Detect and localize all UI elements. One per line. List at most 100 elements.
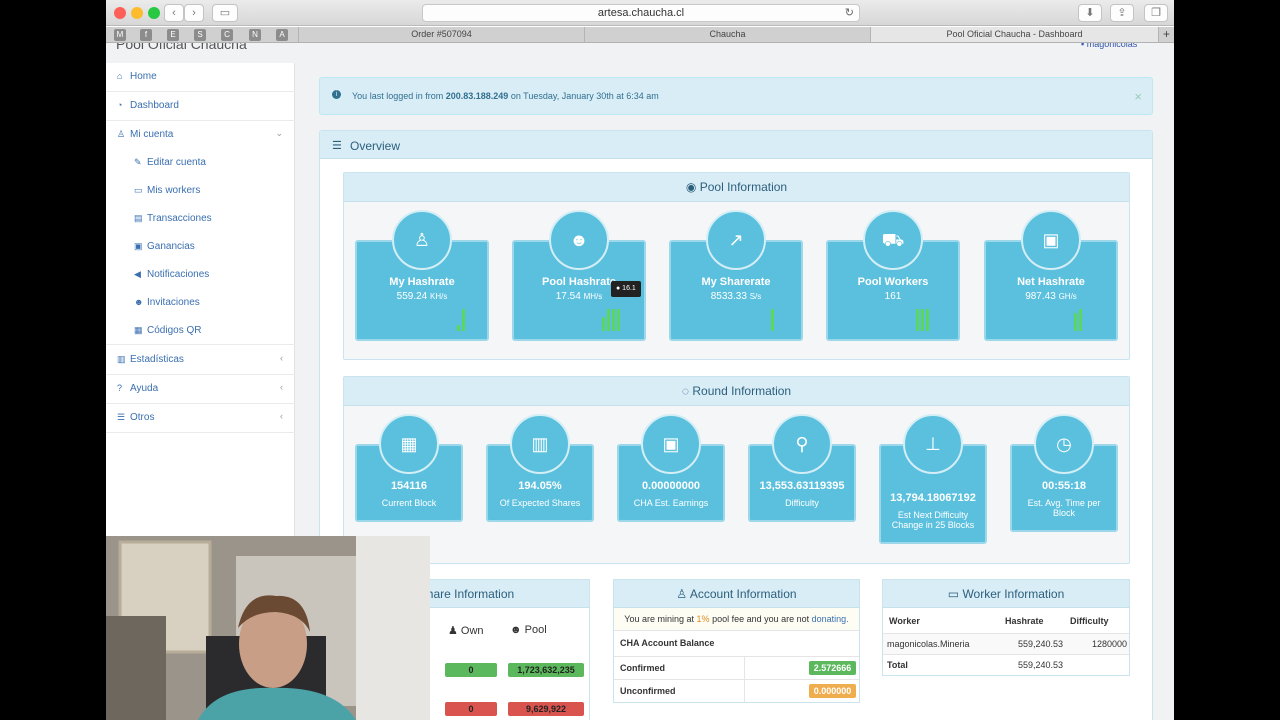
share-info-title: Share Information <box>418 587 515 601</box>
tab-dashboard[interactable]: Pool Oficial Chaucha - Dashboard <box>870 27 1158 42</box>
favorite-e-icon[interactable]: E <box>167 29 179 41</box>
hashrate-col-header: Hashrate <box>1005 616 1044 626</box>
downloads-icon[interactable]: ⬇ <box>1078 4 1102 22</box>
sidebar-item-mi-cuenta[interactable]: ♙ Mi cuenta ⌄ <box>106 121 295 150</box>
map-marker-icon: ⚲ <box>772 414 832 474</box>
share-icon: ↗ <box>706 210 766 270</box>
tab-order[interactable]: Order #507094 <box>298 27 584 42</box>
sidebar-toggle-icon[interactable]: ▭ <box>212 4 238 22</box>
round-info-header: ◌ Round Information <box>344 377 1129 406</box>
round-card-label: CHA Est. Earnings <box>633 498 709 508</box>
sidebar-item-label: Ayuda <box>130 383 159 394</box>
minimize-window-button[interactable] <box>131 7 143 19</box>
alert-ip: 200.83.188.249 <box>445 91 509 101</box>
share-pool-label: Pool <box>524 624 547 636</box>
user-menu[interactable]: ▪ magonicolas <box>1081 43 1137 49</box>
share-icon[interactable]: ⇪ <box>1110 4 1134 22</box>
round-info-panel: ◌ Round Information 154116 Current Block ▦… <box>343 376 1130 564</box>
sidebar-subitem-editar-cuenta[interactable]: ✎ Editar cuenta <box>106 149 295 177</box>
pool-card-label: My Sharerate <box>701 276 771 288</box>
sparkline-bar <box>921 309 924 331</box>
worker-hashrate-cell: 559,240.53 <box>1017 639 1063 649</box>
confirmed-row: Confirmed 2.572666 <box>614 656 859 680</box>
tab-chaucha[interactable]: Chaucha <box>584 27 870 42</box>
alert-suffix: on Tuesday, January 30th at 6:34 am <box>510 91 659 101</box>
sidebar-subitem-notificaciones[interactable]: ◀ Notificaciones <box>106 261 295 289</box>
list-icon: ☰ <box>117 412 126 422</box>
sidebar-subitem-ganancias[interactable]: ▣ Ganancias <box>106 233 295 261</box>
favorite-a-icon[interactable]: A <box>276 29 288 41</box>
pool-card-value: 161 <box>828 291 958 302</box>
sidebar-subitem-transacciones[interactable]: ▤ Transacciones <box>106 205 295 233</box>
sidebar-item-estadisticas[interactable]: ▥ Estadísticas ‹ <box>106 346 295 375</box>
table-row-total: Total 559,240.53 <box>883 654 1129 675</box>
favorite-gmail-icon[interactable]: M <box>114 29 126 41</box>
sparkline-bar <box>457 325 460 331</box>
zoom-window-button[interactable] <box>148 7 160 19</box>
favorite-c-icon[interactable]: C <box>221 29 233 41</box>
tabs-overview-icon[interactable]: ❐ <box>1144 4 1168 22</box>
worker-info-title: Worker Information <box>962 587 1065 601</box>
sidebar-subitem-invitaciones[interactable]: ☻ Invitaciones <box>106 289 295 317</box>
dot-circle-icon: ◉ <box>685 180 697 194</box>
worker-info-panel: ▭ Worker Information Worker Hashrate Dif… <box>882 579 1130 676</box>
sidebar-item-home[interactable]: ⌂ Home <box>106 63 295 92</box>
new-tab-button[interactable]: + <box>1158 27 1174 42</box>
bar-chart-icon: ▥ <box>510 414 570 474</box>
reload-icon[interactable]: ↻ <box>845 5 854 21</box>
sidebar-item-label: Ganancias <box>147 241 195 252</box>
favorite-facebook-icon[interactable]: f <box>140 29 152 41</box>
chevron-left-icon: ‹ <box>280 411 283 421</box>
address-bar[interactable]: artesa.chaucha.cl ↻ <box>422 4 860 22</box>
sparkline-bar <box>1079 309 1082 331</box>
worker-table-header: Worker Hashrate Difficulty <box>883 610 1129 632</box>
money-icon: ▣ <box>134 241 143 251</box>
round-card-value: 00:55:18 <box>1041 480 1087 492</box>
pool-card-unit: S/s <box>749 292 762 301</box>
favorite-s-icon[interactable]: S <box>194 29 206 41</box>
close-window-button[interactable] <box>114 7 126 19</box>
brand-title[interactable]: Pool Oficial Chaucha <box>116 43 247 52</box>
forward-button[interactable]: › <box>184 4 204 22</box>
unconfirmed-row: Unconfirmed 0.000000 <box>614 679 859 703</box>
pool-card-unit: KH/s <box>430 292 448 301</box>
round-card-label: Current Block <box>381 498 437 508</box>
webcam-person-image <box>106 536 430 720</box>
worker-col-header: Worker <box>889 616 920 626</box>
sidebar-item-label: Notificaciones <box>147 269 210 280</box>
user-name: magonicolas <box>1086 43 1138 49</box>
edit-icon: ✎ <box>134 157 142 167</box>
sidebar-item-dashboard[interactable]: ◔ Dashboard <box>106 92 295 121</box>
users-icon: ☻ <box>134 297 144 307</box>
sidebar-item-ayuda[interactable]: ? Ayuda ‹ <box>106 375 295 404</box>
alert-text: You last logged in from 200.83.188.249 o… <box>352 91 659 101</box>
table-row: magonicolas.Mineria 559,240.53 1280000 <box>883 633 1129 654</box>
cell-divider <box>744 657 745 680</box>
spinner-icon: ◌ <box>681 384 690 398</box>
favorite-n-icon[interactable]: N <box>249 29 261 41</box>
th-large-icon: ▦ <box>379 414 439 474</box>
bullhorn-icon: ◀ <box>134 269 141 279</box>
sidebar-subitem-mis-workers[interactable]: ▭ Mis workers <box>106 177 295 205</box>
desktop-icon: ▭ <box>134 185 143 195</box>
pool-card-value: 8533.33 S/s <box>671 291 801 302</box>
round-card-label: Of Expected Shares <box>499 498 581 508</box>
close-icon[interactable]: × <box>1134 89 1142 104</box>
pool-card-number: 987.43 <box>1025 291 1056 302</box>
sparkline-bar <box>1074 313 1077 331</box>
hdd-icon: ▣ <box>1021 210 1081 270</box>
difficulty-col-header: Difficulty <box>1070 616 1109 626</box>
cell-divider <box>744 680 745 703</box>
worker-info-header: ▭ Worker Information <box>883 580 1129 608</box>
fee-msg-mid: pool fee and you are not <box>712 614 810 624</box>
sidebar-subitem-codigos-qr[interactable]: ▦ Códigos QR <box>106 317 295 345</box>
back-button[interactable]: ‹ <box>164 4 184 22</box>
pool-card-label: Pool Workers <box>857 276 929 288</box>
round-card-label: Difficulty <box>785 498 819 508</box>
credit-card-icon: ▤ <box>134 213 143 223</box>
donating-link[interactable]: donating. <box>812 614 849 624</box>
sidebar-item-otros[interactable]: ☰ Otros ‹ <box>106 404 295 433</box>
sidebar-item-label: Home <box>130 71 157 82</box>
sparkline-bar <box>462 309 465 331</box>
confirmed-label: Confirmed <box>620 663 665 673</box>
